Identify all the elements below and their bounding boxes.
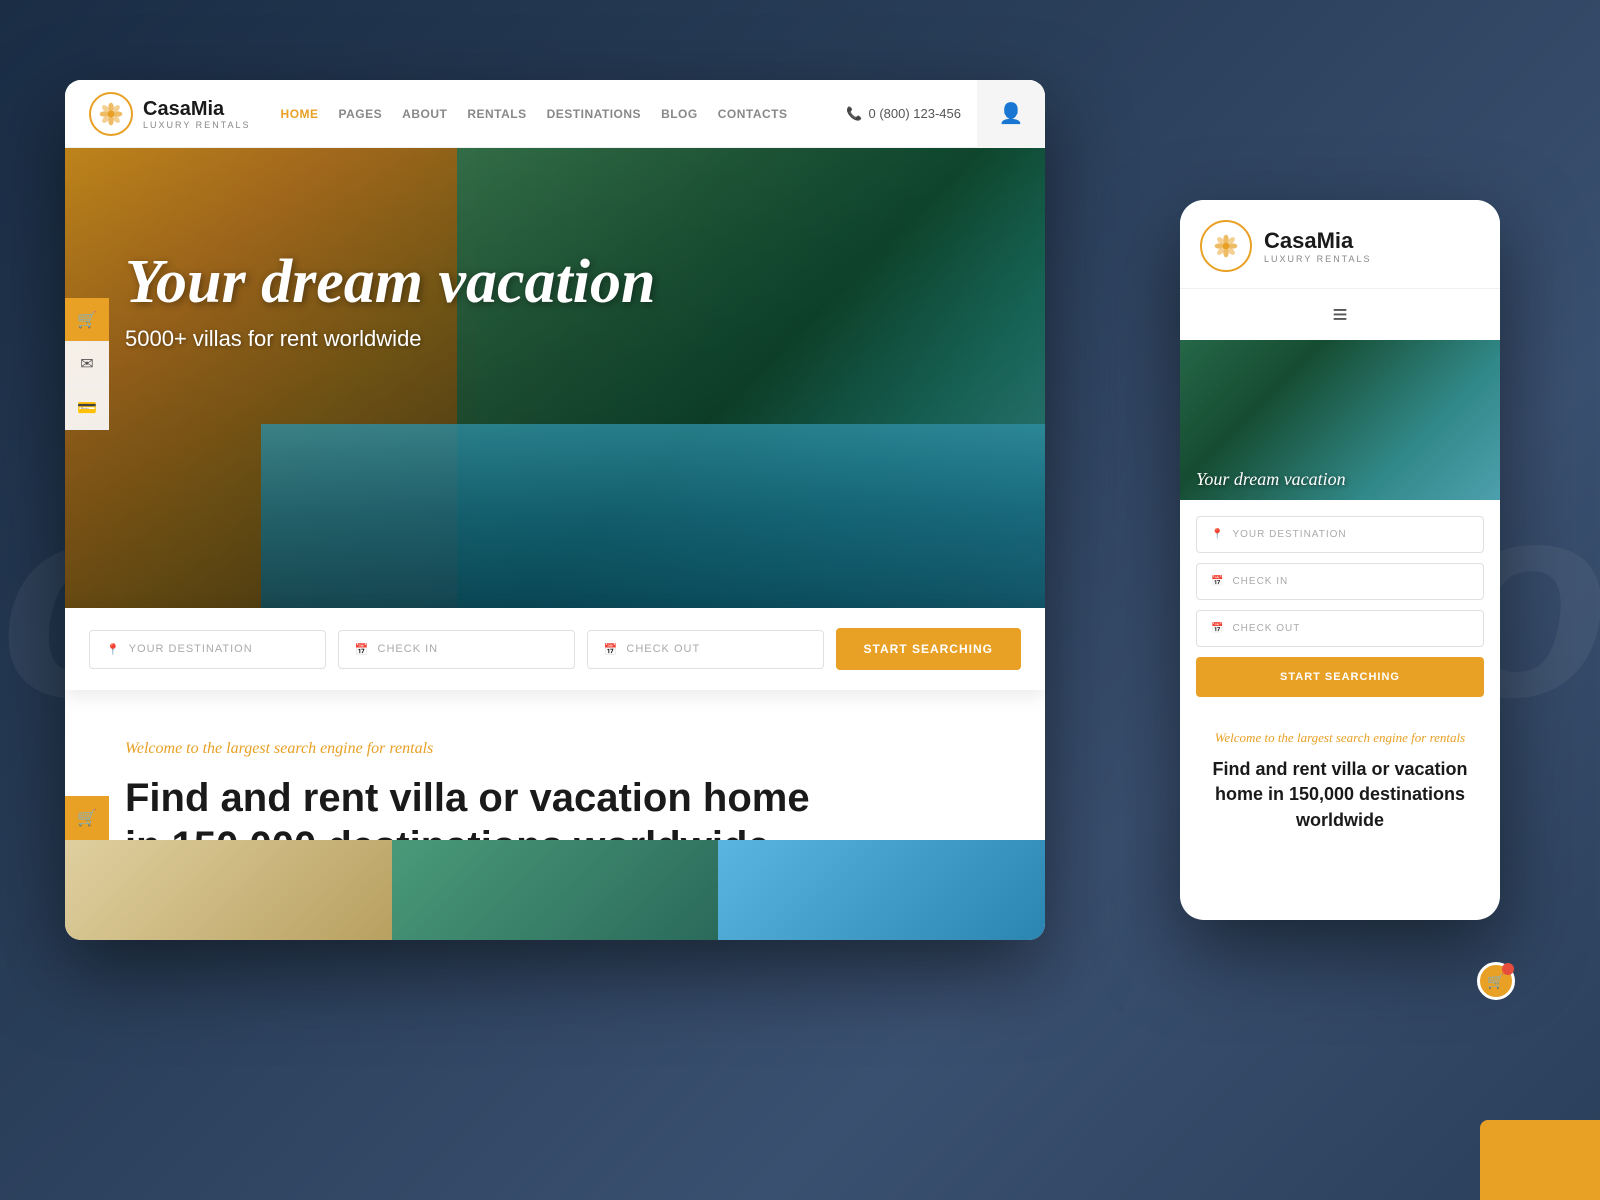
mobile-location-icon: 📍 (1211, 529, 1224, 540)
nav-link-home[interactable]: HOME (281, 107, 319, 121)
checkin-field[interactable]: 📅 CHECK IN (338, 630, 575, 669)
section-tagline: Welcome to the largest search engine for… (125, 740, 985, 758)
hamburger-icon: ≡ (1332, 299, 1347, 329)
bottom-cart-icon: 🛒 (77, 808, 97, 828)
nav-link-rentals[interactable]: RENTALS (467, 107, 526, 121)
bottom-cart-button[interactable]: 🛒 (65, 796, 109, 840)
phone-number: 0 (800) 123-456 (868, 106, 961, 121)
mobile-menu-button[interactable]: ≡ (1180, 289, 1500, 340)
mobile-checkout-icon: 📅 (1211, 623, 1224, 634)
notification-icon: 🛒 (1487, 973, 1504, 990)
checkin-calendar-icon: 📅 (355, 643, 370, 656)
desktop-nav: CasaMia LUXURY RENTALS HOME PAGES ABOUT … (65, 80, 1045, 148)
mobile-checkin-label: CHECK IN (1232, 576, 1288, 587)
hero-overlay (65, 148, 1045, 608)
side-cart-button[interactable]: 🛒 (65, 298, 109, 342)
mobile-hero: Your dream vacation 🛒 ✉ 💳 (1180, 340, 1500, 500)
mobile-logo-subtitle: LUXURY RENTALS (1264, 254, 1372, 264)
desktop-search-bar: 📍 YOUR DESTINATION 📅 CHECK IN 📅 CHECK OU… (65, 608, 1045, 690)
mobile-checkout-field[interactable]: 📅 CHECK OUT (1196, 610, 1484, 647)
desktop-logo-subtitle: LUXURY RENTALS (143, 120, 251, 130)
start-searching-button[interactable]: START SEARCHING (836, 628, 1021, 670)
mobile-destination-field[interactable]: 📍 YOUR DESTINATION (1196, 516, 1484, 553)
location-icon: 📍 (106, 643, 121, 656)
card-icon: 💳 (77, 398, 97, 418)
desktop-mockup: CasaMia LUXURY RENTALS HOME PAGES ABOUT … (65, 80, 1045, 940)
notification-badge: 🛒 (1477, 962, 1515, 1000)
checkout-placeholder: CHECK OUT (626, 643, 700, 655)
cart-icon: 🛒 (77, 310, 97, 330)
mobile-mockup: CasaMia LUXURY RENTALS ≡ Your dream vaca… (1180, 200, 1500, 920)
nav-link-destinations[interactable]: DESTINATIONS (547, 107, 641, 121)
nav-link-blog[interactable]: BLOG (661, 107, 698, 121)
golden-accent-shape (1480, 1120, 1600, 1200)
mobile-logo-icon (1200, 220, 1252, 272)
mobile-header: CasaMia LUXURY RENTALS (1180, 200, 1500, 289)
hero-main-title: Your dream vacation (125, 248, 655, 316)
destination-field[interactable]: 📍 YOUR DESTINATION (89, 630, 326, 669)
checkout-calendar-icon: 📅 (604, 643, 619, 656)
desktop-logo-icon (89, 92, 133, 136)
desktop-logo: CasaMia LUXURY RENTALS (89, 92, 251, 136)
hero-text-block: Your dream vacation 5000+ villas for ren… (125, 248, 655, 352)
user-icon: 👤 (999, 101, 1024, 126)
notification-dot (1502, 963, 1514, 975)
mobile-section-headline: Find and rent villa or vacation home in … (1196, 757, 1484, 833)
side-card-button[interactable]: 💳 (65, 386, 109, 430)
user-account-button[interactable]: 👤 (977, 80, 1045, 148)
desktop-side-icons: 🛒 ✉ 💳 (65, 298, 109, 430)
nav-link-about[interactable]: ABOUT (402, 107, 447, 121)
thumbnail-3 (718, 840, 1045, 940)
mobile-checkin-field[interactable]: 📅 CHECK IN (1196, 563, 1484, 600)
mobile-search-form: 📍 YOUR DESTINATION 📅 CHECK IN 📅 CHECK OU… (1180, 500, 1500, 713)
thumbnail-1 (65, 840, 392, 940)
mobile-logo-title: CasaMia (1264, 228, 1372, 254)
mobile-checkout-label: CHECK OUT (1232, 623, 1300, 634)
destination-placeholder: YOUR DESTINATION (129, 643, 253, 655)
mobile-destination-label: YOUR DESTINATION (1232, 529, 1346, 540)
nav-phone: 📞 0 (800) 123-456 (846, 106, 961, 122)
mobile-search-button[interactable]: START SEARCHING (1196, 657, 1484, 697)
thumbnails-row (65, 840, 1045, 940)
desktop-nav-links: HOME PAGES ABOUT RENTALS DESTINATIONS BL… (281, 107, 847, 121)
phone-icon: 📞 (846, 106, 862, 122)
checkout-field[interactable]: 📅 CHECK OUT (587, 630, 824, 669)
nav-link-pages[interactable]: PAGES (339, 107, 383, 121)
desktop-hero: 🛒 ✉ 💳 Your dream vacation 5000+ villas f… (65, 148, 1045, 608)
nav-link-contacts[interactable]: CONTACTS (718, 107, 788, 121)
thumbnail-2 (392, 840, 719, 940)
envelope-icon: ✉ (80, 354, 93, 374)
mobile-checkin-icon: 📅 (1211, 576, 1224, 587)
mobile-section-tagline: Welcome to the largest search engine for… (1196, 729, 1484, 747)
mobile-content-section: Welcome to the largest search engine for… (1180, 713, 1500, 849)
mobile-hero-text: Your dream vacation (1196, 469, 1346, 490)
hero-sub-title: 5000+ villas for rent worldwide (125, 326, 655, 352)
side-envelope-button[interactable]: ✉ (65, 342, 109, 386)
checkin-placeholder: CHECK IN (378, 643, 439, 655)
desktop-logo-title: CasaMia (143, 98, 251, 120)
